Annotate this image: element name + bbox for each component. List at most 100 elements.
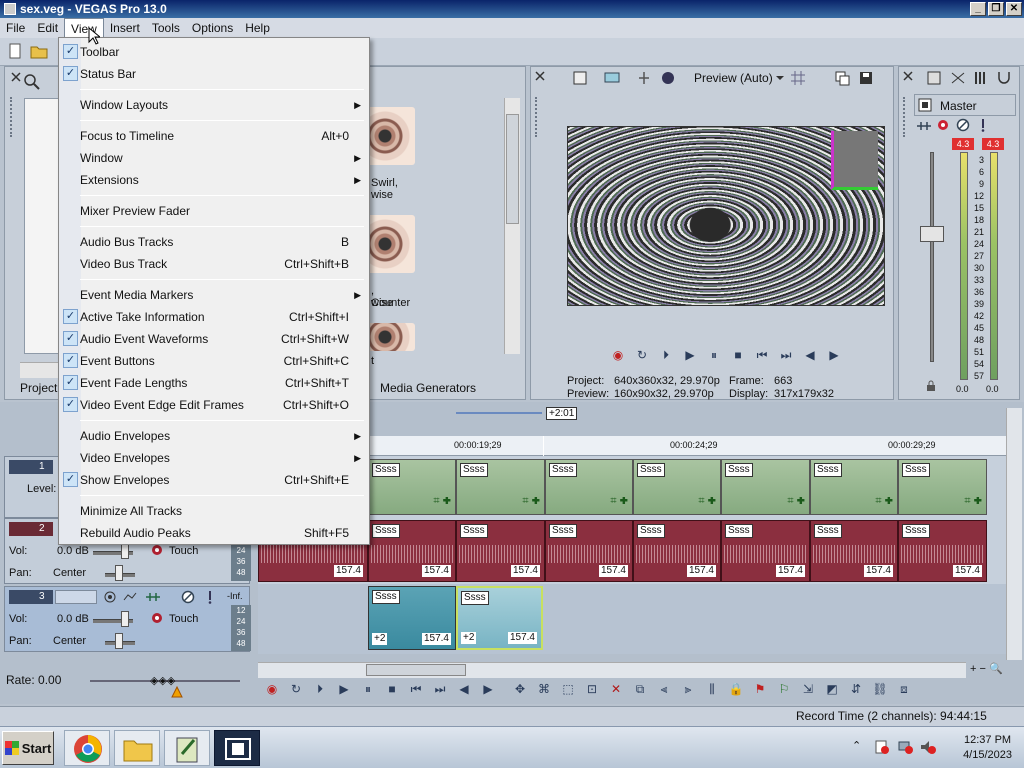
auto-ripple-button[interactable]: ◩ <box>824 682 840 696</box>
menu-item-focus-to-timeline[interactable]: Focus to Timeline Alt+0 <box>59 125 369 147</box>
video-event[interactable]: Ssss ⌗ ✚ <box>633 459 721 515</box>
audio-event[interactable]: Ssss 157.4 <box>368 520 456 582</box>
event-pan-crop-icon[interactable]: ⌗ ✚ <box>875 495 893 508</box>
action-center-icon[interactable] <box>874 739 890 755</box>
track-header-3[interactable]: 3 -Inf. Vol: 0.0 dB Touch Pan: Center 12… <box>4 586 251 652</box>
previous-frame-button[interactable]: ◀ <box>802 348 818 362</box>
stop-button[interactable]: ■ <box>384 682 400 696</box>
tab-media-generators[interactable]: Media Generators <box>380 381 510 399</box>
menu-item-window-layouts[interactable]: Window Layouts ▶ <box>59 94 369 116</box>
explorer-taskbar-button[interactable] <box>114 730 160 766</box>
event-pan-crop-icon[interactable]: ⌗ ✚ <box>610 495 628 508</box>
go-to-end-button[interactable]: ⏭ <box>432 682 448 696</box>
video-event[interactable]: Ssss ⌗ ✚ <box>810 459 898 515</box>
envelope-edit-tool-button[interactable]: ⌘ <box>536 682 552 696</box>
menu-help[interactable]: Help <box>239 18 276 38</box>
audio-event[interactable]: Ssss 157.4 <box>545 520 633 582</box>
menu-item-active-take-information[interactable]: ✓ Active Take Information Ctrl+Shift+I <box>59 306 369 328</box>
menu-insert[interactable]: Insert <box>104 18 146 38</box>
lock-envelopes-button[interactable]: ⇵ <box>848 682 864 696</box>
swirl-counter-thumbnail[interactable] <box>365 215 415 273</box>
envelope-icon[interactable] <box>123 591 137 603</box>
video-event[interactable]: Ssss ⌗ ✚ <box>368 459 456 515</box>
audio-event[interactable]: Ssss 157.4 <box>810 520 898 582</box>
restore-button[interactable]: ❐ <box>988 2 1004 16</box>
insert-fx-icon[interactable] <box>916 119 932 133</box>
audio-event[interactable]: Ssss 157.4 <box>633 520 721 582</box>
automation-mode[interactable]: Touch <box>169 613 198 625</box>
stop-button[interactable]: ■ <box>730 348 746 362</box>
track3-clip-2[interactable]: Ssss +2 157.4 <box>456 586 543 650</box>
zoom-edit-tool-button[interactable]: ⊡ <box>584 682 600 696</box>
previous-frame-button[interactable]: ◀ <box>456 682 472 696</box>
lock-button[interactable]: 🔒 <box>728 682 744 696</box>
go-to-end-button[interactable]: ⏭ <box>778 348 794 362</box>
close-master-icon[interactable] <box>902 70 914 82</box>
downmix-icon[interactable] <box>926 70 942 86</box>
video-event[interactable]: Ssss ⌗ ✚ <box>456 459 545 515</box>
close-button[interactable]: ✕ <box>1006 2 1022 16</box>
notepad-taskbar-button[interactable] <box>164 730 210 766</box>
system-clock[interactable]: 12:37 PM 4/15/2023 <box>963 733 1012 763</box>
menu-file[interactable]: File <box>0 18 31 38</box>
play-button[interactable]: ▶ <box>336 682 352 696</box>
grid-icon[interactable] <box>790 70 806 86</box>
timeline-hscroll[interactable] <box>258 662 966 678</box>
menu-item-minimize-all-tracks[interactable]: Minimize All Tracks <box>59 500 369 522</box>
network-icon[interactable] <box>898 739 914 755</box>
mono-mix-icon[interactable] <box>996 70 1012 86</box>
preview-properties-icon[interactable] <box>572 70 588 86</box>
master-grip[interactable] <box>903 97 906 137</box>
volume-knob[interactable] <box>121 543 129 559</box>
menu-item-toolbar[interactable]: ✓ Toolbar <box>59 41 369 63</box>
pause-button[interactable]: ⏸ <box>706 348 722 362</box>
automation-gear-icon[interactable] <box>151 612 163 624</box>
video-event[interactable]: Ssss ⌗ ✚ <box>721 459 810 515</box>
start-button[interactable]: Start <box>2 731 54 765</box>
solo-icon[interactable] <box>978 118 988 132</box>
minimize-button[interactable]: _ <box>970 2 986 16</box>
track-name-field[interactable] <box>55 590 97 604</box>
solo-icon[interactable] <box>205 590 215 604</box>
region-button[interactable]: ⚐ <box>776 682 792 696</box>
split-screen-icon[interactable] <box>636 70 652 86</box>
event-pan-crop-icon[interactable]: ⌗ ✚ <box>522 495 540 508</box>
menu-item-show-envelopes[interactable]: ✓ Show Envelopes Ctrl+Shift+E <box>59 469 369 491</box>
mute-icon[interactable] <box>181 590 195 604</box>
video-event[interactable]: Ssss ⌗ ✚ <box>545 459 633 515</box>
selection-edit-tool-button[interactable]: ⬚ <box>560 682 576 696</box>
level-meter-icon[interactable] <box>972 70 988 86</box>
play-button[interactable]: ▶ <box>682 348 698 362</box>
trim-start-button[interactable]: ⫷ <box>656 682 672 696</box>
audio-event[interactable]: Ssss 157.4 <box>456 520 545 582</box>
menu-item-audio-event-waveforms[interactable]: ✓ Audio Event Waveforms Ctrl+Shift+W <box>59 328 369 350</box>
menu-item-window[interactable]: Window ▶ <box>59 147 369 169</box>
menu-edit[interactable]: Edit <box>31 18 64 38</box>
menu-item-audio-bus-tracks[interactable]: Audio Bus Tracks B <box>59 231 369 253</box>
go-to-start-button[interactable]: ⏮ <box>408 682 424 696</box>
chevron-down-icon[interactable] <box>776 74 784 82</box>
preview-quality-dropdown[interactable]: Preview (Auto) <box>694 71 773 85</box>
menu-item-event-media-markers[interactable]: Event Media Markers ▶ <box>59 284 369 306</box>
pane-grip[interactable] <box>10 97 13 137</box>
menu-item-video-bus-track[interactable]: Video Bus Track Ctrl+Shift+B <box>59 253 369 275</box>
swirl-thumbnail[interactable] <box>365 107 415 165</box>
menu-item-extensions[interactable]: Extensions ▶ <box>59 169 369 191</box>
timeline-vscroll[interactable] <box>1006 408 1022 660</box>
loop-playback-button[interactable]: ↻ <box>288 682 304 696</box>
master-fader-track[interactable] <box>930 152 934 362</box>
preview-grip[interactable] <box>535 97 538 137</box>
mute-icon[interactable] <box>956 118 970 132</box>
track3-clip-1[interactable]: Ssss +2 157.4 <box>368 586 456 650</box>
play-from-start-button[interactable]: ⏵ <box>658 348 674 362</box>
delete-button[interactable]: ✕ <box>608 682 624 696</box>
menu-item-event-buttons[interactable]: ✓ Event Buttons Ctrl+Shift+C <box>59 350 369 372</box>
open-folder-icon[interactable] <box>30 43 48 59</box>
play-from-start-button[interactable]: ⏵ <box>312 682 328 696</box>
grouping-button[interactable]: ⧈ <box>896 682 912 696</box>
event-pan-crop-icon[interactable]: ⌗ ✚ <box>698 495 716 508</box>
search-icon[interactable] <box>23 73 41 91</box>
loop-region[interactable] <box>456 408 542 414</box>
audio-event[interactable]: Ssss 157.4 <box>721 520 810 582</box>
track-fx-icon[interactable] <box>145 591 161 603</box>
